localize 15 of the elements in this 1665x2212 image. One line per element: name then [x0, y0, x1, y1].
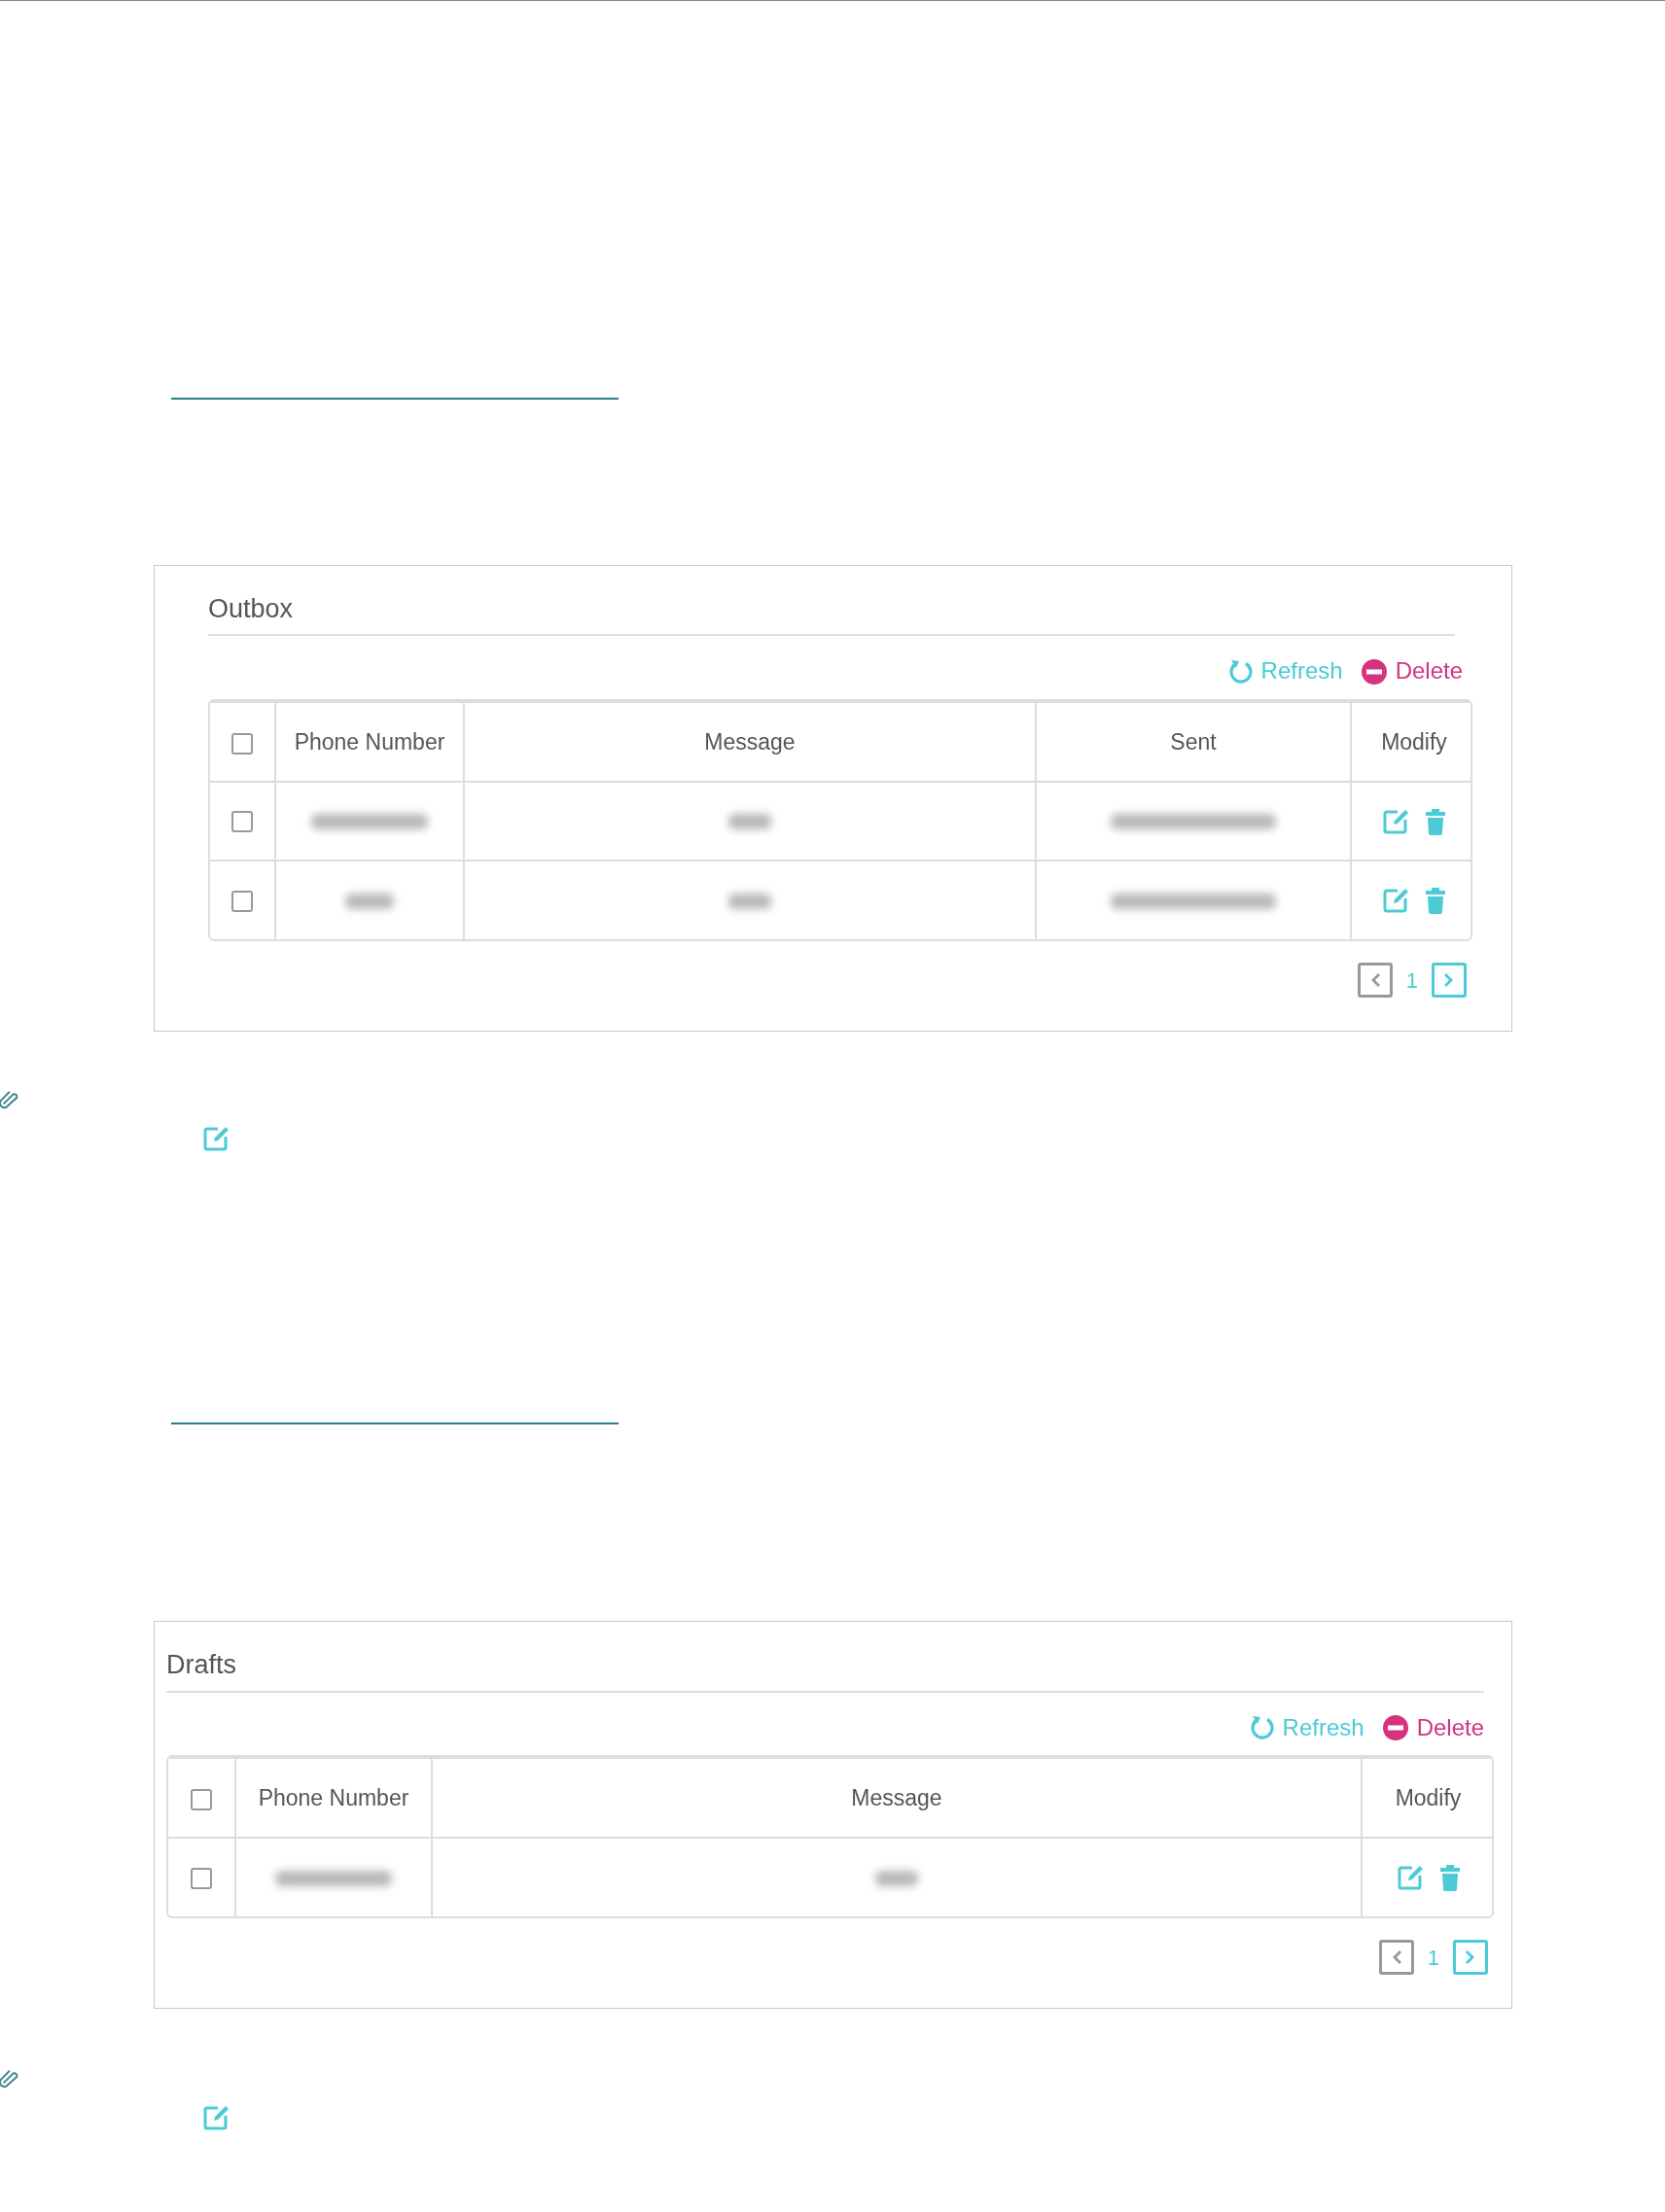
column-header: Phone Number — [258, 1785, 409, 1811]
panel-title: Drafts — [166, 1649, 237, 1682]
refresh-button[interactable]: Refresh — [1227, 657, 1343, 686]
page-number[interactable]: 1 — [1427, 1941, 1439, 1974]
delete-button[interactable]: Delete — [1360, 657, 1463, 686]
column-header: Phone Number — [294, 728, 445, 755]
column-header: Modify — [1395, 1785, 1462, 1811]
refresh-button[interactable]: Refresh — [1249, 1713, 1364, 1742]
column-header: Sent — [1170, 728, 1217, 755]
column-header: Message — [704, 728, 796, 755]
column-header: Message — [851, 1785, 942, 1811]
panel-title: Outbox — [208, 593, 295, 625]
column-header: Modify — [1381, 728, 1447, 755]
page-number[interactable]: 1 — [1405, 964, 1418, 997]
delete-button[interactable]: Delete — [1381, 1713, 1484, 1742]
